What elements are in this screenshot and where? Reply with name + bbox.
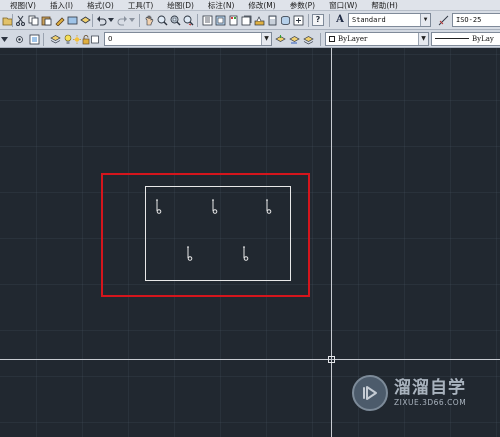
chevron-down-icon[interactable] (0, 33, 8, 45)
layer-previous-icon[interactable] (288, 33, 300, 45)
calculator-icon[interactable] (266, 14, 278, 26)
zoom-previous-icon[interactable] (182, 14, 194, 26)
properties-icon[interactable] (201, 14, 213, 26)
tool-palettes-icon[interactable] (227, 14, 239, 26)
redo-icon[interactable] (116, 14, 128, 26)
watermark: 溜溜自学 ZIXUE.3D66.COM (352, 370, 474, 416)
chevron-down-icon[interactable]: ▼ (261, 33, 271, 45)
make-layer-current-icon[interactable] (274, 33, 286, 45)
crosshair-vertical (331, 48, 332, 437)
chevron-down-icon[interactable]: ▼ (420, 14, 430, 26)
linetype-value: ByLay (472, 35, 494, 43)
layer-value: 0 (108, 35, 113, 43)
layer-color-icon[interactable] (91, 33, 99, 45)
text-style-value: Standard (352, 16, 386, 24)
block-editor-icon[interactable] (66, 14, 78, 26)
menu-window[interactable]: 窗口(W) (329, 0, 357, 10)
linetype-sample (435, 38, 469, 39)
text-style-icon[interactable]: A (334, 14, 346, 26)
help-icon[interactable]: ? (312, 14, 324, 26)
workspace-settings-icon[interactable] (13, 33, 25, 45)
copy-icon[interactable] (27, 14, 39, 26)
match-properties-icon[interactable] (53, 14, 65, 26)
menu-bar: 视图(V) 插入(I) 格式(O) 工具(T) 绘图(D) 标注(N) 修改(M… (0, 0, 500, 11)
zoom-window-icon[interactable] (169, 14, 181, 26)
lock-icon[interactable] (82, 33, 90, 45)
color-combo[interactable]: ByLayer ▼ (325, 32, 429, 46)
dbconnect-icon[interactable] (279, 14, 291, 26)
quickcalc-icon[interactable] (292, 14, 304, 26)
layer-state-icon[interactable] (302, 33, 314, 45)
cut-icon[interactable] (14, 14, 26, 26)
menu-modify[interactable]: 修改(M) (248, 0, 275, 10)
sun-icon[interactable] (73, 33, 81, 45)
watermark-title: 溜溜自学 (394, 378, 466, 398)
menu-draw[interactable]: 绘图(D) (167, 0, 194, 10)
color-swatch (329, 36, 335, 42)
chevron-down-icon[interactable]: ▼ (418, 33, 428, 45)
play-logo-icon (352, 375, 388, 411)
paste-icon[interactable] (40, 14, 52, 26)
layer-icon[interactable] (79, 14, 91, 26)
menu-view[interactable]: 视图(V) (10, 0, 36, 10)
undo-dropdown-icon[interactable] (108, 14, 114, 26)
layer-combo[interactable]: 0 ▼ (104, 32, 272, 46)
menu-insert[interactable]: 插入(I) (50, 0, 73, 10)
sheet-set-icon[interactable] (240, 14, 252, 26)
layers-toolbar: 0 ▼ ByLayer ▼ ByLay (0, 30, 500, 48)
menu-help[interactable]: 帮助(H) (371, 0, 398, 10)
dim-style-value: ISO-25 (456, 16, 482, 24)
menu-parametric[interactable]: 参数(P) (290, 0, 315, 10)
design-center-icon[interactable] (214, 14, 226, 26)
linetype-combo[interactable]: ByLay (431, 32, 500, 46)
crosshair-horizontal (0, 359, 500, 360)
dimension-style-icon[interactable] (437, 14, 449, 26)
cursor-pickbox (328, 356, 335, 363)
layer-properties-icon[interactable] (49, 33, 61, 45)
light-bulb-icon[interactable] (64, 33, 72, 45)
watermark-url: ZIXUE.3D66.COM (394, 398, 467, 407)
red-highlight-box (101, 173, 310, 297)
color-value: ByLayer (338, 35, 368, 43)
pan-icon[interactable] (143, 14, 155, 26)
menu-format[interactable]: 格式(O) (87, 0, 114, 10)
standard-toolbar: ? A Standard ▼ ISO-25 (0, 11, 500, 30)
dim-style-combo[interactable]: ISO-25 (452, 13, 500, 27)
text-style-combo[interactable]: Standard ▼ (348, 13, 431, 27)
redo-dropdown-icon[interactable] (129, 14, 135, 26)
undo-icon[interactable] (95, 14, 107, 26)
menu-dimension[interactable]: 标注(N) (208, 0, 234, 10)
markup-icon[interactable] (253, 14, 265, 26)
menu-tools[interactable]: 工具(T) (128, 0, 153, 10)
workspace-view-icon[interactable] (28, 33, 40, 45)
zoom-realtime-icon[interactable] (156, 14, 168, 26)
